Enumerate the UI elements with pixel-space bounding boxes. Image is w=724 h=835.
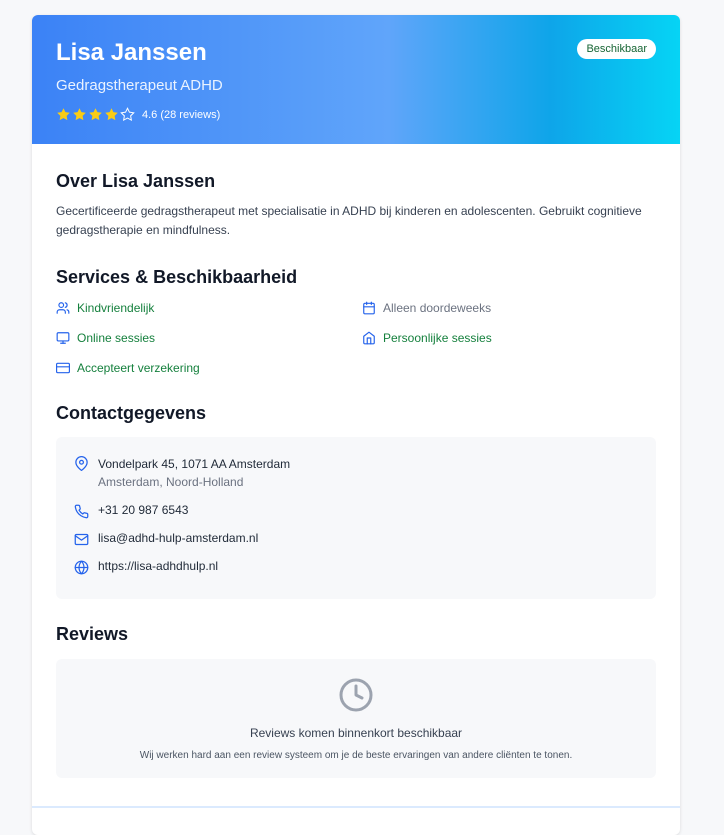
contact-box: Vondelpark 45, 1071 AA Amsterdam Amsterd… <box>56 437 656 599</box>
phone-icon <box>74 504 89 519</box>
phone-text[interactable]: +31 20 987 6543 <box>98 503 188 517</box>
users-icon <box>56 302 70 314</box>
map-pin-icon <box>75 456 88 471</box>
globe-icon <box>74 560 89 575</box>
services-heading: Services & Beschikbaarheid <box>56 267 298 287</box>
home-icon <box>363 331 375 345</box>
service-label: Online sessies <box>77 331 156 345</box>
therapist-title: Gedragstherapeut ADHD <box>56 77 223 94</box>
address-city: Amsterdam, Noord-Holland <box>98 475 244 489</box>
service-item: Accepteert verzekering <box>56 359 362 377</box>
therapist-name: Lisa Janssen <box>56 39 207 66</box>
reviews-empty-state: Reviews komen binnenkort beschikbaar Wij… <box>56 659 656 778</box>
service-item: Kindvriendelijk <box>56 299 362 317</box>
contact-heading: Contactgegevens <box>56 403 207 423</box>
contact-website[interactable]: https://lisa-adhdhulp.nl <box>74 559 638 575</box>
star-icon <box>73 108 86 121</box>
reviews-section: Reviews Reviews komen binnenkort beschik… <box>56 623 656 778</box>
reviews-empty-subtitle: Wij werken hard aan een review systeem o… <box>139 750 573 761</box>
website-link[interactable]: https://lisa-adhdhulp.nl <box>98 559 218 573</box>
mail-icon <box>74 533 89 546</box>
about-heading: Over Lisa Janssen <box>56 171 216 191</box>
reviews-empty-title: Reviews komen binnenkort beschikbaar <box>249 726 463 740</box>
clock-icon <box>339 678 373 712</box>
contact-email[interactable]: lisa@adhd-hulp-amsterdam.nl <box>74 531 638 547</box>
service-item: Persoonlijke sessies <box>362 329 642 347</box>
services-list: Kindvriendelijk Alleen doordeweeks Onlin… <box>56 299 656 377</box>
rating-text: 4.6 (28 reviews) <box>142 108 221 121</box>
service-label: Accepteert verzekering <box>77 361 200 375</box>
credit-card-icon <box>56 362 70 374</box>
service-item: Alleen doordeweeks <box>362 299 642 317</box>
contact-phone[interactable]: +31 20 987 6543 <box>74 503 638 519</box>
status-badge: Beschikbaar <box>577 39 656 59</box>
star-icon <box>105 108 118 121</box>
star-icon <box>57 108 70 121</box>
service-label: Kindvriendelijk <box>77 301 155 315</box>
service-item: Online sessies <box>56 329 362 347</box>
contact-section: Contactgegevens Vondelpark 45, 1071 AA A… <box>56 402 656 599</box>
services-section: Services & Beschikbaarheid Kindvriendeli… <box>56 266 656 377</box>
star-icon <box>89 108 102 121</box>
email-link[interactable]: lisa@adhd-hulp-amsterdam.nl <box>98 531 258 545</box>
monitor-icon <box>56 332 70 344</box>
service-label: Persoonlijke sessies <box>383 331 492 345</box>
address-line: Vondelpark 45, 1071 AA Amsterdam <box>98 457 291 471</box>
calendar-icon <box>363 301 375 315</box>
card-footer-divider <box>32 806 680 808</box>
service-label: Alleen doordeweeks <box>383 301 492 315</box>
therapist-profile-card: Lisa Janssen Gedragstherapeut ADHD 4.6 (… <box>32 15 680 835</box>
reviews-heading: Reviews <box>56 624 129 644</box>
contact-address: Vondelpark 45, 1071 AA Amsterdam Amsterd… <box>74 455 638 491</box>
rating-stars <box>56 107 135 122</box>
star-outline-icon <box>120 107 135 122</box>
profile-header: Lisa Janssen Gedragstherapeut ADHD 4.6 (… <box>32 15 680 144</box>
about-text: Gecertificeerde gedragstherapeut met spe… <box>56 204 642 237</box>
about-section: Over Lisa Janssen Gecertificeerde gedrag… <box>56 170 656 240</box>
rating: 4.6 (28 reviews) <box>56 107 656 122</box>
